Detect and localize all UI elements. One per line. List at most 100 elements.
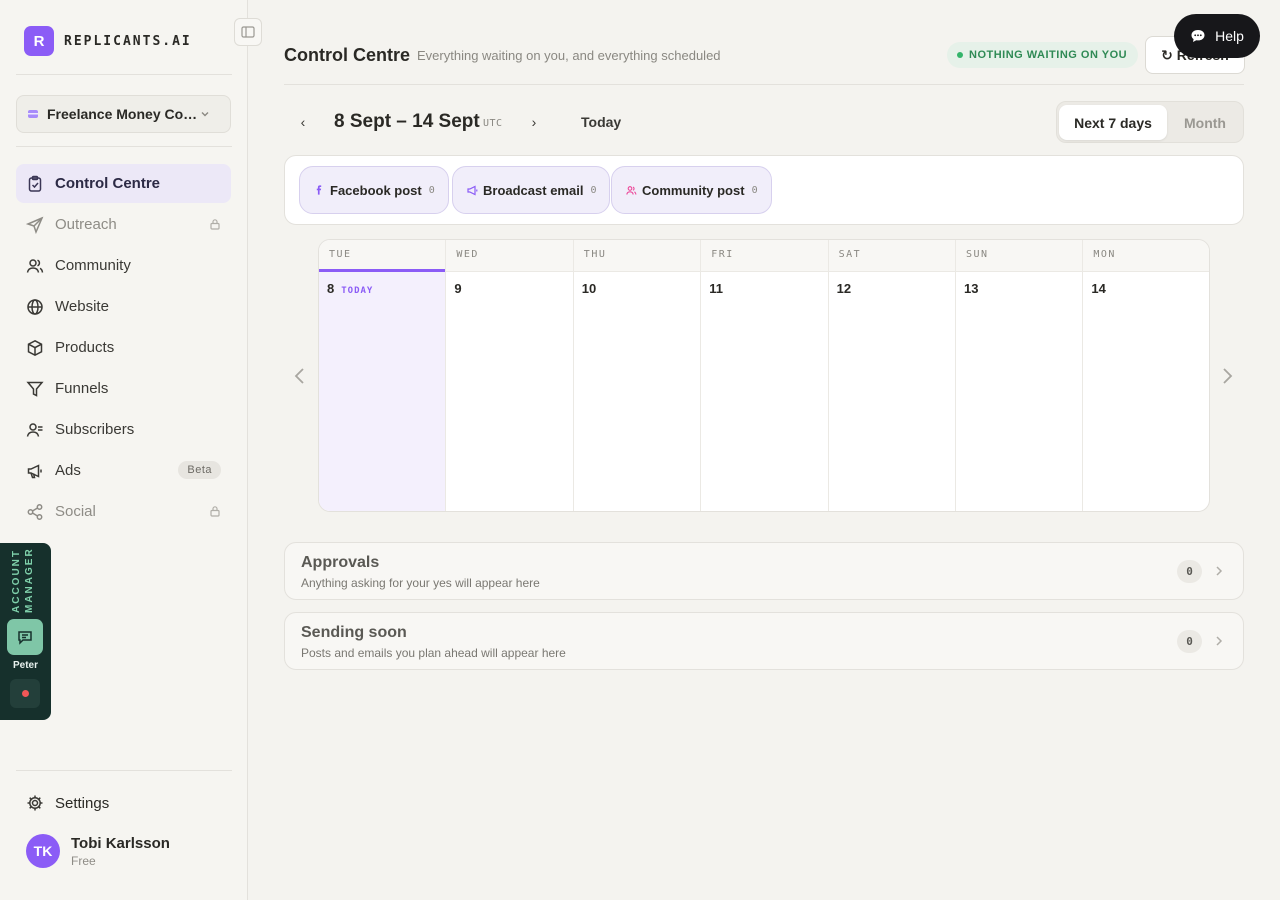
day-number: 14: [1091, 281, 1106, 296]
megaphone-icon: [27, 463, 42, 478]
sidebar-item-label: Products: [55, 339, 115, 356]
calendar-day[interactable]: FRI 11: [701, 240, 829, 511]
user-name: Tobi Karlsson: [71, 834, 170, 852]
help-button[interactable]: Help: [1174, 14, 1260, 58]
workspace-label: Freelance Money Con...: [47, 106, 199, 122]
workspace-selector[interactable]: Freelance Money Con...: [16, 95, 231, 133]
brand-logo: R: [24, 26, 54, 56]
sidebar-item-website[interactable]: Website: [16, 287, 231, 326]
chip-count: 0: [590, 184, 597, 196]
sidebar-item-label: Outreach: [55, 216, 117, 233]
calendar-day[interactable]: WED 9: [446, 240, 574, 511]
sidebar-item-label: Community: [55, 257, 131, 274]
chip-label: Community post: [642, 182, 745, 198]
view-month[interactable]: Month: [1169, 105, 1241, 140]
funnel-icon: [26, 381, 44, 397]
sidebar-item-label: Control Centre: [55, 175, 160, 192]
today-button[interactable]: Today: [581, 114, 621, 130]
calendar-day[interactable]: SUN 13: [956, 240, 1084, 511]
view-toggle: Next 7 days Month: [1056, 101, 1244, 143]
sidebar-item-label: Funnels: [55, 380, 109, 397]
sidebar-item-control-centre[interactable]: Control Centre: [16, 164, 231, 203]
content-type-filters: Facebook post 0 Broadcast email 0 Commun…: [284, 155, 1244, 225]
header-divider: [284, 84, 1244, 85]
sidebar-item-funnels[interactable]: Funnels: [16, 369, 231, 408]
day-number: 10: [581, 281, 597, 296]
today-tag: TODAY: [341, 286, 374, 296]
account-manager-tab[interactable]: ACCOUNT MANAGER Peter: [0, 543, 51, 720]
queue-subtitle: Posts and emails you plan ahead will app…: [301, 646, 566, 660]
settings-label: Settings: [55, 794, 110, 812]
filter-chip-community-post[interactable]: Community post 0: [611, 166, 772, 214]
user-profile[interactable]: TK Tobi Karlsson Free: [26, 834, 170, 868]
sidebar-toggle-button[interactable]: [234, 18, 262, 46]
calendar-day[interactable]: MON 14: [1083, 240, 1209, 511]
sidebar-item-label: Subscribers: [55, 421, 135, 438]
calendar-day-today[interactable]: TUE 8 TODAY: [319, 240, 447, 511]
settings-link[interactable]: Settings: [26, 794, 109, 812]
day-number: 13: [964, 281, 979, 296]
sidebar-item-social[interactable]: Social: [16, 492, 231, 531]
view-next-7-days[interactable]: Next 7 days: [1059, 105, 1167, 140]
subscribers-icon: [26, 422, 43, 437]
next-week-button[interactable]: ›: [523, 111, 545, 133]
sidebar-item-ads[interactable]: Ads Beta: [16, 451, 231, 490]
sidebar-item-label: Ads: [55, 462, 81, 479]
day-of-week: MON: [1083, 240, 1209, 272]
page-subtitle: Everything waiting on you, and everythin…: [417, 48, 721, 63]
chat-icon: [18, 631, 32, 645]
week-calendar: TUE 8 TODAY WED 9 THU 10 FRI 11 SAT 12 SU…: [318, 239, 1210, 512]
calendar-prev-arrow[interactable]: [292, 366, 308, 386]
clipboard-check-icon: [28, 175, 42, 192]
sidebar: R REPLICANTS.AI Freelance Money Con... C…: [0, 0, 248, 900]
sidebar-divider: [16, 146, 232, 147]
sidebar-item-subscribers[interactable]: Subscribers: [16, 410, 231, 449]
day-number: 11: [709, 281, 723, 296]
day-of-week: THU: [573, 240, 701, 272]
day-of-week: TUE: [319, 240, 446, 272]
sidebar-divider: [16, 770, 232, 771]
users-small-icon: [626, 185, 637, 195]
queue-count: 0: [1177, 560, 1202, 583]
calendar-day[interactable]: SAT 12: [828, 240, 956, 511]
filter-chip-broadcast-email[interactable]: Broadcast email 0: [452, 166, 611, 214]
sidebar-item-community[interactable]: Community: [16, 246, 231, 285]
sidebar-item-label: Website: [55, 298, 109, 315]
page-title: Control Centre: [284, 45, 410, 65]
sidebar-item-label: Social: [55, 503, 96, 520]
chat-button[interactable]: [7, 619, 43, 655]
day-of-week: SUN: [956, 240, 1083, 272]
previous-week-button[interactable]: ‹: [292, 111, 314, 133]
calendar-next-arrow[interactable]: [1219, 366, 1235, 386]
sidebar-item-products[interactable]: Products: [16, 328, 231, 367]
user-plan: Free: [71, 853, 96, 868]
queue-subtitle: Anything asking for your yes will appear…: [301, 576, 540, 590]
lock-icon: [210, 219, 220, 230]
filter-chip-facebook-post[interactable]: Facebook post 0: [299, 166, 449, 214]
status-dot: [21, 690, 29, 697]
chevron-down-icon: [201, 112, 209, 117]
chip-label: Facebook post: [330, 182, 422, 198]
day-number: 9: [454, 281, 462, 296]
status-indicator: [10, 679, 40, 708]
workspace-icon: [28, 110, 38, 118]
globe-icon: [27, 298, 43, 315]
brand[interactable]: R REPLICANTS.AI: [24, 26, 192, 56]
sidebar-divider: [16, 74, 232, 75]
sidebar-panel-icon: [241, 26, 255, 38]
day-of-week: WED: [446, 240, 573, 272]
account-manager-name: Peter: [12, 660, 38, 671]
lock-icon: [210, 506, 220, 517]
chat-bubble-icon: [1191, 30, 1205, 42]
sidebar-item-outreach[interactable]: Outreach: [16, 205, 231, 244]
avatar: TK: [26, 834, 60, 868]
sending-soon-panel[interactable]: Sending soon Posts and emails you plan a…: [284, 612, 1244, 670]
megaphone-small-icon: [467, 185, 478, 195]
chip-count: 0: [751, 184, 758, 196]
calendar-day[interactable]: THU 10: [573, 240, 702, 511]
account-manager-label: ACCOUNT MANAGER: [11, 547, 35, 613]
approvals-panel[interactable]: Approvals Anything asking for your yes w…: [284, 542, 1244, 600]
chip-label: Broadcast email: [483, 182, 584, 198]
gear-icon: [27, 795, 43, 811]
status-badge: NOTHING WAITING ON YOU: [947, 42, 1139, 68]
